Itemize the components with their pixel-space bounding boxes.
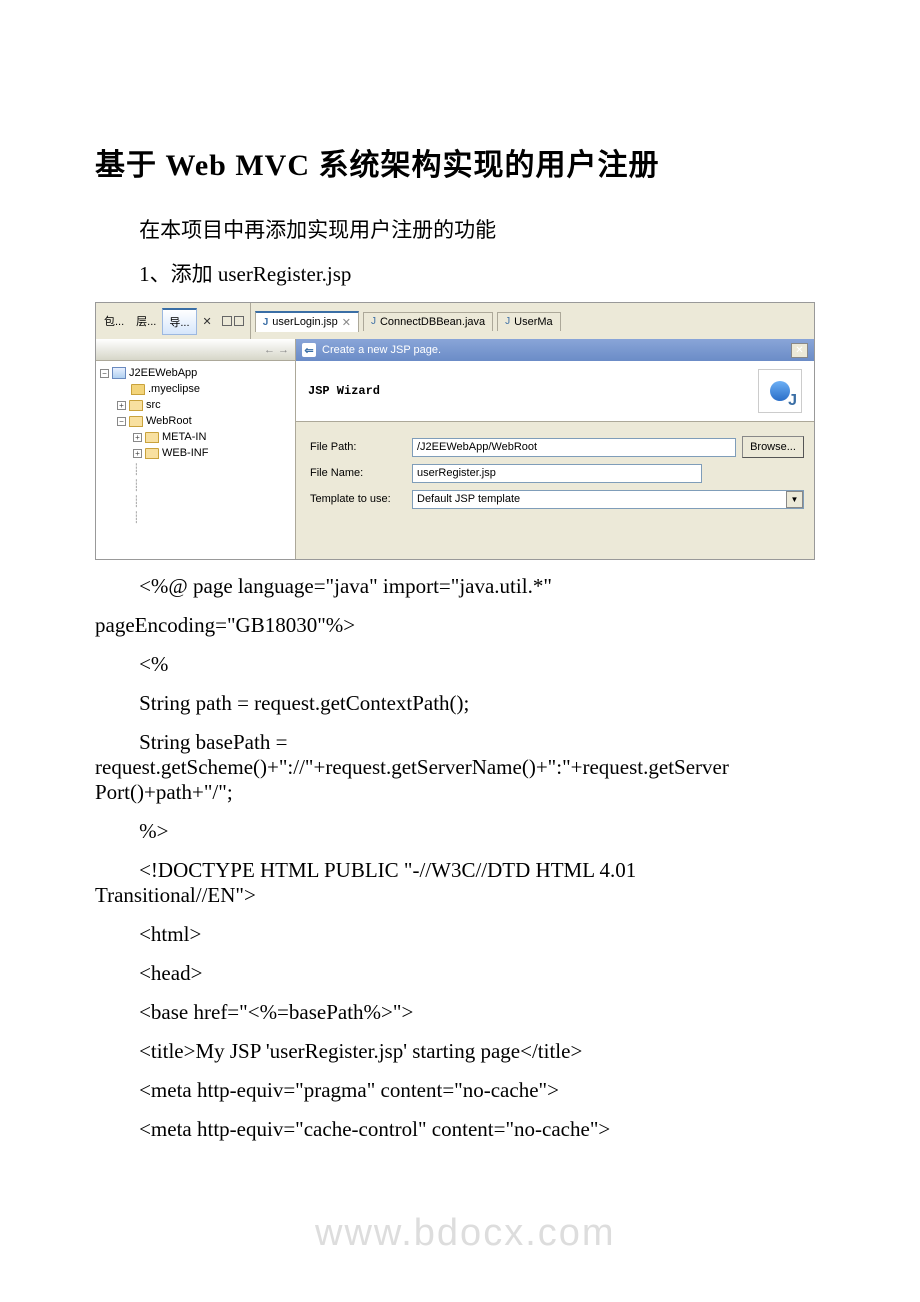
maximize-icon[interactable]	[234, 316, 244, 326]
watermark-text: www.bdocx.com	[315, 1212, 616, 1255]
tree-node-src[interactable]: src	[146, 399, 161, 411]
close-icon[interactable]: ✕	[197, 315, 218, 328]
code-line: String path = request.getContextPath();	[95, 691, 825, 716]
code-line: request.getScheme()+"://"+request.getSer…	[95, 755, 825, 780]
folder-open-icon	[145, 432, 159, 443]
tab-close-icon[interactable]: ✕	[342, 316, 351, 329]
wizard-close-icon[interactable]: ✕	[791, 343, 808, 358]
tree-node-metainf[interactable]: META-IN	[162, 431, 206, 443]
ide-screenshot: 包... 层... 导... ✕ J userLogin.jsp ✕ J Con…	[95, 302, 815, 560]
template-label: Template to use:	[310, 493, 406, 505]
editor-tab-userlogin[interactable]: J userLogin.jsp ✕	[255, 311, 359, 332]
filename-input[interactable]	[412, 464, 702, 483]
tree-node-project[interactable]: J2EEWebApp	[129, 367, 197, 379]
navigator-toolbar: ← →	[96, 339, 295, 361]
view-tab-package[interactable]: 包...	[98, 309, 130, 333]
filename-label: File Name:	[310, 467, 406, 479]
project-icon	[112, 367, 126, 379]
editor-tab-label: userLogin.jsp	[272, 316, 337, 328]
wizard-heading: JSP Wizard	[308, 384, 380, 398]
globe-icon	[770, 381, 790, 401]
java-file-icon: J	[371, 316, 376, 327]
folder-open-icon	[129, 400, 143, 411]
expander-icon[interactable]: −	[117, 417, 126, 426]
tree-node-myeclipse[interactable]: .myeclipse	[148, 383, 200, 395]
code-line: Port()+path+"/";	[95, 780, 825, 805]
paragraph-step1: 1、添加 userRegister.jsp	[95, 258, 825, 288]
jsp-file-icon: J	[263, 317, 269, 328]
expander-icon[interactable]: −	[100, 369, 109, 378]
minimize-icon[interactable]	[222, 316, 232, 326]
editor-tab-usermanage[interactable]: J UserMa	[497, 312, 561, 331]
back-arrow-icon[interactable]: ⇐	[302, 343, 316, 357]
editor-tab-label: UserMa	[514, 316, 553, 328]
doc-title: 基于 Web MVC 系统架构实现的用户注册	[95, 140, 825, 184]
code-line: <meta http-equiv="pragma" content="no-ca…	[95, 1078, 825, 1103]
expander-icon[interactable]: +	[133, 433, 142, 442]
code-line: <%@ page language="java" import="java.ut…	[95, 574, 825, 599]
java-file-icon: J	[505, 316, 510, 327]
expander-icon[interactable]: +	[117, 401, 126, 410]
view-tab-navigator[interactable]: 导...	[162, 308, 196, 335]
wizard-icon: J	[758, 369, 802, 413]
expander-icon[interactable]: +	[133, 449, 142, 458]
browse-button[interactable]: Browse...	[742, 436, 804, 458]
folder-open-icon	[129, 416, 143, 427]
project-tree[interactable]: − J2EEWebApp .myeclipse + src − WebRoot + ME…	[96, 361, 295, 559]
code-line: pageEncoding="GB18030"%>	[95, 613, 825, 638]
wizard-title-text: Create a new JSP page.	[322, 344, 441, 356]
wizard-titlebar: ⇐ Create a new JSP page. ✕	[296, 339, 814, 361]
filepath-label: File Path:	[310, 441, 406, 453]
jsp-letter-icon: J	[788, 392, 797, 410]
code-line: <base href="<%=basePath%>">	[95, 1000, 825, 1025]
folder-icon	[131, 384, 145, 395]
template-value: Default JSP template	[417, 493, 520, 505]
nav-arrows[interactable]: ← →	[264, 344, 289, 356]
code-line: <html>	[95, 922, 825, 947]
code-line: Transitional//EN">	[95, 883, 825, 908]
tree-node-webinf[interactable]: WEB-INF	[162, 447, 208, 459]
view-tab-layer[interactable]: 层...	[130, 309, 162, 333]
code-line: <!DOCTYPE HTML PUBLIC "-//W3C//DTD HTML …	[95, 858, 825, 883]
filepath-input[interactable]	[412, 438, 736, 457]
dropdown-arrow-icon[interactable]: ▼	[786, 491, 803, 508]
code-line: String basePath =	[95, 730, 825, 755]
template-dropdown[interactable]: Default JSP template ▼	[412, 490, 804, 509]
code-line: <%	[95, 652, 825, 677]
code-line: <head>	[95, 961, 825, 986]
editor-tab-connectdb[interactable]: J ConnectDBBean.java	[363, 312, 493, 331]
code-line: %>	[95, 819, 825, 844]
code-line: <title>My JSP 'userRegister.jsp' startin…	[95, 1039, 825, 1064]
editor-tab-label: ConnectDBBean.java	[380, 316, 485, 328]
code-line: <meta http-equiv="cache-control" content…	[95, 1117, 825, 1142]
paragraph-intro: 在本项目中再添加实现用户注册的功能	[95, 214, 825, 244]
tree-node-webroot[interactable]: WebRoot	[146, 415, 192, 427]
folder-open-icon	[145, 448, 159, 459]
